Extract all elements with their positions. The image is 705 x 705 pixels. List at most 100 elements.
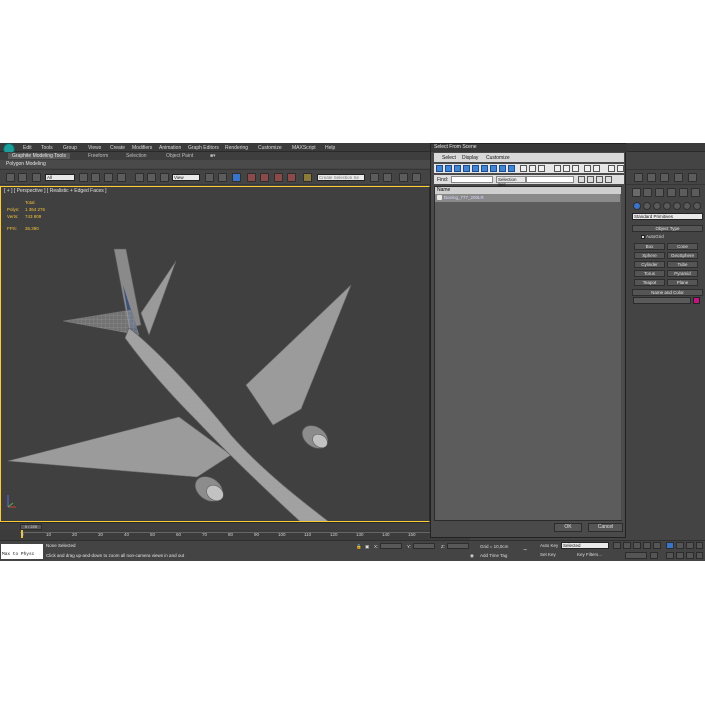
- scale-icon[interactable]: [160, 173, 169, 182]
- object-name-field[interactable]: [633, 297, 691, 304]
- pan-view-icon[interactable]: [676, 552, 684, 559]
- cameras-icon[interactable]: [663, 202, 671, 210]
- viewport-label[interactable]: [ + ] [ Perspective ] [ Realistic + Edge…: [4, 188, 107, 194]
- zoom-all-icon[interactable]: [676, 542, 684, 549]
- rotate-icon[interactable]: [147, 173, 156, 182]
- edit-named-sel-icon[interactable]: [303, 173, 312, 182]
- zoom-icon[interactable]: [666, 542, 674, 549]
- key-filters-button[interactable]: Key Filters...: [577, 552, 602, 557]
- boeing-777-wireframe-model[interactable]: [1, 195, 429, 521]
- rendered-frame-icon[interactable]: [660, 173, 669, 182]
- helpers-icon[interactable]: [673, 202, 681, 210]
- named-selection-sets-dropdown[interactable]: Create Selection Se: [317, 174, 365, 181]
- select-by-name-icon[interactable]: [91, 173, 100, 182]
- box-button[interactable]: Box: [634, 243, 665, 250]
- display-space-warps-icon[interactable]: [481, 165, 488, 172]
- menu-help[interactable]: Help: [325, 145, 335, 151]
- time-tag-icon[interactable]: ◉: [470, 553, 474, 559]
- go-to-end-icon[interactable]: [653, 542, 661, 549]
- graphite-toggle-icon[interactable]: [412, 173, 421, 182]
- selection-filter-dropdown[interactable]: All: [45, 174, 75, 181]
- selection-set-options-icon[interactable]: [578, 176, 585, 183]
- sphere-button[interactable]: Sphere: [634, 252, 665, 259]
- set-key-button[interactable]: Set Key: [540, 552, 556, 557]
- render-setup-icon[interactable]: [647, 173, 656, 182]
- x-coordinate-field[interactable]: [380, 543, 402, 549]
- select-object-icon[interactable]: [79, 173, 88, 182]
- filter-icon[interactable]: [608, 165, 615, 172]
- key-selection-dropdown[interactable]: Selected: [561, 542, 609, 549]
- rect-selection-icon[interactable]: [104, 173, 113, 182]
- zoom-extents-all-icon[interactable]: [696, 542, 703, 549]
- display-geometry-icon[interactable]: [436, 165, 443, 172]
- pivot-center-icon[interactable]: [205, 173, 214, 182]
- field-of-view-icon[interactable]: [666, 552, 674, 559]
- mirror-icon[interactable]: [370, 173, 379, 182]
- polygon-modeling-label[interactable]: Polygon Modeling: [6, 161, 46, 167]
- lights-icon[interactable]: [653, 202, 661, 210]
- play-icon[interactable]: [633, 542, 641, 549]
- cone-button[interactable]: Cone: [667, 243, 698, 250]
- motion-tab-icon[interactable]: [667, 188, 676, 197]
- layer-manager-icon[interactable]: [399, 173, 408, 182]
- selection-set-dropdown[interactable]: [526, 176, 574, 183]
- orbit-icon[interactable]: [686, 552, 694, 559]
- display-cameras-icon[interactable]: [463, 165, 470, 172]
- menu-edit[interactable]: Edit: [23, 145, 32, 151]
- teapot-button[interactable]: Teapot: [634, 279, 665, 286]
- previous-frame-icon[interactable]: [623, 542, 631, 549]
- spinner-snap-icon[interactable]: [287, 173, 296, 182]
- render-production-icon[interactable]: [674, 173, 683, 182]
- display-shapes-icon[interactable]: [445, 165, 452, 172]
- sync-selection-icon[interactable]: [584, 165, 591, 172]
- next-frame-icon[interactable]: [643, 542, 651, 549]
- add-time-tag-button[interactable]: Add Time Tag: [480, 553, 507, 558]
- object-color-swatch[interactable]: [693, 297, 700, 304]
- y-coordinate-field[interactable]: [413, 543, 435, 549]
- dialog-menu-display[interactable]: Display: [462, 155, 478, 161]
- move-icon[interactable]: [135, 173, 144, 182]
- menu-animation[interactable]: Animation: [159, 145, 181, 151]
- space-warps-icon[interactable]: [683, 202, 691, 210]
- keyboard-shortcut-override-icon[interactable]: [232, 173, 241, 182]
- systems-icon[interactable]: [693, 202, 701, 210]
- ribbon-toggle-icon[interactable]: ■▾: [206, 153, 220, 159]
- select-children-icon[interactable]: [593, 165, 600, 172]
- percent-snap-icon[interactable]: [274, 173, 283, 182]
- shapes-icon[interactable]: [643, 202, 651, 210]
- tab-freeform[interactable]: Freeform: [84, 153, 112, 159]
- plane-button[interactable]: Plane: [667, 279, 698, 286]
- menu-modifiers[interactable]: Modifiers: [132, 145, 152, 151]
- find-case-icon[interactable]: [617, 165, 624, 172]
- zoom-extents-icon[interactable]: [686, 542, 694, 549]
- select-all-icon[interactable]: [554, 165, 561, 172]
- modify-tab-icon[interactable]: [643, 188, 652, 197]
- menu-maxscript[interactable]: MAXScript: [292, 145, 316, 151]
- unlink-icon[interactable]: [18, 173, 27, 182]
- object-category-dropdown[interactable]: Standard Primitives: [632, 213, 703, 220]
- select-set-icon[interactable]: [605, 176, 612, 183]
- snaps-toggle-icon[interactable]: [247, 173, 256, 182]
- display-bones-icon[interactable]: [508, 165, 515, 172]
- dialog-menu-customize[interactable]: Customize: [486, 155, 510, 161]
- select-invert-icon[interactable]: [572, 165, 579, 172]
- go-to-start-icon[interactable]: [613, 542, 621, 549]
- z-coordinate-field[interactable]: [447, 543, 469, 549]
- ref-coord-dropdown[interactable]: View: [172, 174, 200, 181]
- geometry-icon[interactable]: [633, 202, 641, 210]
- scene-object-list[interactable]: Name Boeing_777_200LR: [434, 186, 624, 521]
- add-to-set-icon[interactable]: [587, 176, 594, 183]
- create-tab-icon[interactable]: [632, 188, 641, 197]
- menu-graph-editors[interactable]: Graph Editors: [188, 145, 219, 151]
- menu-group[interactable]: Group: [63, 145, 77, 151]
- display-none-icon[interactable]: [529, 165, 536, 172]
- find-input[interactable]: [451, 176, 493, 183]
- window-crossing-icon[interactable]: [117, 173, 126, 182]
- track-bar[interactable]: 0 10 20 30 40 50 60 70 80 90 100 110 120…: [0, 530, 470, 540]
- display-groups-icon[interactable]: [490, 165, 497, 172]
- render-iterative-icon[interactable]: [688, 173, 697, 182]
- menu-customize[interactable]: Customize: [258, 145, 282, 151]
- display-tab-icon[interactable]: [679, 188, 688, 197]
- display-lights-icon[interactable]: [454, 165, 461, 172]
- remove-from-set-icon[interactable]: [596, 176, 603, 183]
